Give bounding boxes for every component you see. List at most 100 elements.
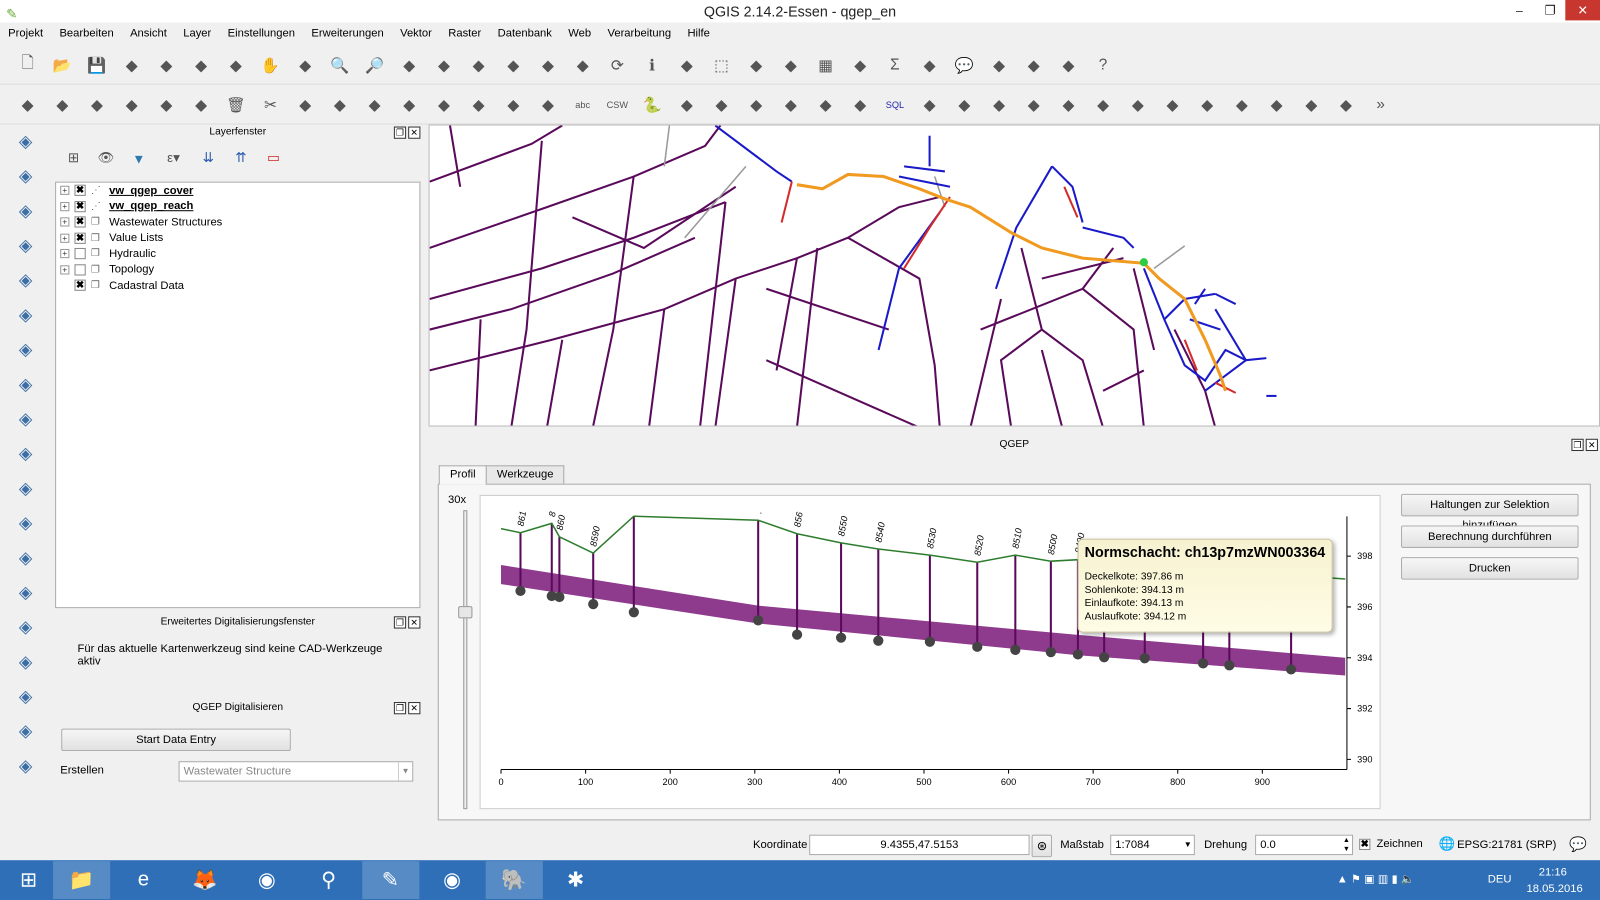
add-raster-layer-icon[interactable]: ◈ (12, 163, 39, 190)
menu-projekt[interactable]: Projekt (0, 24, 51, 44)
delete-selected-icon[interactable]: 🗑 (222, 91, 249, 118)
zoom-next-icon[interactable]: ◆ (569, 52, 596, 79)
add-wcs-layer-icon[interactable]: ◈ (12, 406, 39, 433)
move-label-icon[interactable]: ◆ (465, 91, 492, 118)
create-select[interactable]: Wastewater Structure ▼ (178, 761, 414, 782)
new-project-icon[interactable]: 🗋 (14, 52, 41, 79)
layer-checkbox[interactable] (74, 264, 86, 276)
map-tips-icon[interactable]: 💬 (951, 52, 978, 79)
manhole-node[interactable] (1139, 653, 1150, 664)
topology-icon[interactable]: ◈ (12, 753, 39, 780)
new-gpx-icon[interactable]: ◈ (12, 580, 39, 607)
manhole-node[interactable] (753, 615, 764, 626)
add-vector-layer-icon[interactable]: ◈ (12, 129, 39, 156)
chrome-icon[interactable]: ◉ (238, 861, 295, 899)
paste-icon[interactable]: ◆ (327, 91, 354, 118)
tab-werkzeuge[interactable]: Werkzeuge (485, 465, 565, 484)
manhole-node[interactable] (835, 632, 847, 643)
expand-icon[interactable]: + (60, 233, 70, 243)
firefox-icon[interactable]: 🦊 (177, 861, 234, 899)
qgep-downstream-icon[interactable]: ◆ (778, 91, 805, 118)
layer-item[interactable]: + ❐ Topology (56, 262, 419, 278)
add-spatialite-layer-icon[interactable]: ◈ (12, 233, 39, 260)
globe-icon[interactable]: 🌐 (1439, 836, 1456, 852)
digitize-9-icon[interactable]: ◆ (1194, 91, 1221, 118)
manhole-node[interactable] (924, 636, 935, 647)
manhole-node[interactable] (1072, 649, 1084, 660)
file-explorer-icon[interactable]: 📁 (53, 861, 111, 899)
add-oracle-layer-icon[interactable]: ◈ (12, 302, 39, 329)
add-mssql-layer-icon[interactable]: ◈ (12, 267, 39, 294)
layer-checkbox[interactable]: ✖ (74, 216, 86, 228)
remove-layer-icon[interactable]: ▭ (263, 149, 283, 167)
language-indicator[interactable]: DEU (1488, 873, 1512, 885)
csw-icon[interactable]: CSW (604, 91, 631, 118)
measure-icon[interactable]: ◆ (916, 52, 943, 79)
deselect-icon[interactable]: ◆ (778, 52, 805, 79)
digitize-1-icon[interactable]: ◆ (916, 91, 943, 118)
expand-icon[interactable]: + (60, 249, 70, 259)
text-annotation-icon[interactable]: ◆ (1055, 52, 1082, 79)
calculate-button[interactable]: Berechnung durchführen (1401, 525, 1579, 548)
action-icon[interactable]: ◆ (673, 52, 700, 79)
float-button[interactable]: ❐ (1571, 438, 1584, 452)
layer-checkbox[interactable]: ✖ (74, 200, 86, 212)
messages-icon[interactable]: 💬 (1569, 836, 1587, 853)
expand-icon[interactable]: + (60, 217, 70, 227)
add-part-icon[interactable]: ◈ (12, 718, 39, 745)
rotation-spinbox[interactable]: 0.0 ▲ ▼ (1255, 834, 1354, 856)
manhole-node[interactable] (588, 599, 599, 610)
layer-item[interactable]: ✖ ❐ Cadastral Data (56, 278, 419, 294)
manhole-node[interactable] (1045, 647, 1056, 658)
save-edits-icon[interactable]: ◆ (84, 91, 111, 118)
windows-start-icon[interactable]: ⊞ (0, 861, 57, 899)
scale-combo[interactable]: 1:7084 ▼ (1110, 834, 1195, 856)
layer-item[interactable]: + ✖ ❐ Wastewater Structures (56, 214, 419, 230)
float-button[interactable]: ❐ (393, 702, 407, 715)
internet-explorer-icon[interactable]: e (115, 861, 172, 899)
digitize-7-icon[interactable]: ◆ (1124, 91, 1151, 118)
zoom-selection-icon[interactable]: ◆ (465, 52, 492, 79)
clock-time[interactable]: 21:16 (1539, 866, 1567, 878)
slider-handle[interactable] (458, 606, 473, 619)
manhole-node[interactable] (515, 585, 526, 597)
add-wms-layer-icon[interactable]: ◈ (12, 371, 39, 398)
digitize-10-icon[interactable]: ◆ (1229, 91, 1256, 118)
zoom-in-icon[interactable]: 🔍 (327, 52, 354, 79)
change-label-icon[interactable]: ◆ (535, 91, 562, 118)
add-wfs-layer-icon[interactable]: ◈ (12, 441, 39, 468)
close-panel-button[interactable]: ✕ (408, 126, 421, 139)
digitize-8-icon[interactable]: ◆ (1159, 91, 1186, 118)
cut-icon[interactable]: ✂ (257, 91, 284, 118)
tray-icons[interactable]: ▲ ⚑ ▣ ▥ ▮ 🔈 (1337, 872, 1415, 885)
manhole-node[interactable] (554, 591, 565, 603)
manhole-node[interactable] (873, 635, 884, 646)
float-button[interactable]: ❐ (393, 616, 407, 629)
add-postgis-layer-icon[interactable]: ◈ (12, 198, 39, 225)
expand-icon[interactable]: + (60, 185, 70, 196)
qgep-profile-icon[interactable]: ◆ (743, 91, 770, 118)
save-project-icon[interactable]: 💾 (84, 52, 111, 79)
print-button[interactable]: Drucken (1401, 557, 1579, 580)
add-reaches-button[interactable]: Haltungen zur Selektion hinzufügen (1401, 493, 1579, 532)
expand-icon[interactable]: + (60, 201, 70, 211)
close-panel-button[interactable]: ✕ (408, 616, 421, 629)
add-group-icon[interactable]: ⊞ (63, 149, 83, 167)
float-button[interactable]: ❐ (393, 126, 407, 139)
search-app-icon[interactable]: ⚲ (300, 861, 357, 899)
tab-profil[interactable]: Profil (438, 465, 487, 485)
menu-bearbeiten[interactable]: Bearbeiten (51, 24, 122, 44)
zoom-layer-icon[interactable]: ◆ (500, 52, 527, 79)
manhole-node[interactable] (972, 641, 983, 652)
menu-ansicht[interactable]: Ansicht (122, 24, 175, 44)
manhole-node[interactable] (791, 629, 803, 640)
add-virtual-layer-icon[interactable]: ◈ (12, 510, 39, 537)
menu-layer[interactable]: Layer (175, 24, 219, 44)
manhole-node[interactable] (1010, 644, 1021, 655)
collapse-all-icon[interactable]: ⇈ (231, 149, 251, 167)
current-edits-icon[interactable]: ◆ (14, 91, 41, 118)
filter-icon[interactable]: ▼ (129, 149, 149, 167)
select-value-icon[interactable]: ◆ (743, 52, 770, 79)
add-feature-icon[interactable]: ◈ (12, 649, 39, 676)
menu-verarbeitung[interactable]: Verarbeitung (599, 24, 679, 44)
